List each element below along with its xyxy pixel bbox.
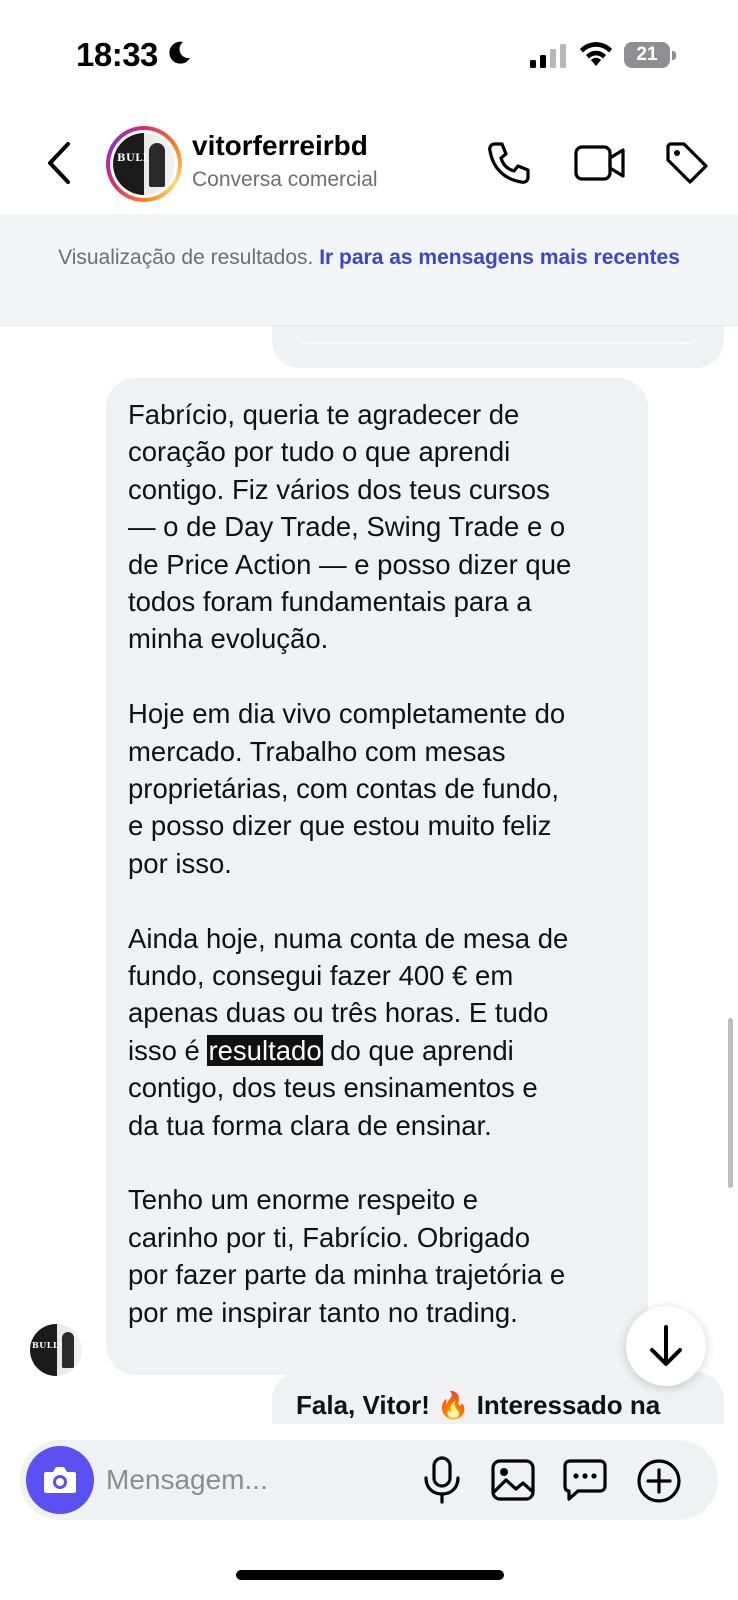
camera-button[interactable] — [26, 1446, 94, 1514]
battery-indicator: 21 — [624, 42, 676, 70]
chat-header: BULLS vitorferreirbd Conversa comercial — [0, 110, 738, 214]
message-paragraph: Fabrício, queria te agradecer de coração… — [128, 399, 572, 655]
gallery-icon[interactable] — [490, 1458, 536, 1502]
battery-level: 21 — [624, 42, 670, 68]
contact-avatar[interactable]: BULLS — [106, 126, 182, 202]
sender-avatar[interactable]: BULLS — [30, 1324, 82, 1376]
message-paragraph: Ainda hoje, numa conta de mesa de fundo,… — [128, 922, 569, 1141]
status-time: 18:33 — [76, 36, 158, 73]
banner-text: Visualização de resultados. — [58, 246, 314, 269]
avatar-logo-text: BULLS — [32, 1340, 66, 1350]
cellular-signal-icon — [530, 44, 566, 68]
avatar-person — [62, 1332, 74, 1368]
avatar-person — [149, 143, 165, 187]
message-paragraph: Hoje em dia vivo completamente do mercad… — [128, 698, 566, 879]
search-highlight: resultado — [207, 1034, 323, 1066]
scrollbar[interactable] — [728, 1018, 733, 1188]
phone-icon[interactable] — [484, 140, 532, 186]
scroll-to-bottom-button[interactable] — [626, 1306, 706, 1386]
home-indicator[interactable] — [236, 1570, 504, 1580]
arrow-down-icon — [650, 1325, 682, 1366]
microphone-icon[interactable] — [420, 1456, 464, 1504]
contact-subtitle: Conversa comercial — [192, 168, 378, 191]
jump-to-recent-link[interactable]: Ir para as mensagens mais recentes — [319, 246, 680, 269]
wifi-icon — [580, 42, 612, 66]
plus-circle-icon[interactable] — [636, 1458, 682, 1504]
message-paragraph: Tenho um enorme respeito e carinho por t… — [128, 1184, 566, 1328]
moon-icon — [169, 41, 190, 64]
message-input[interactable] — [106, 1458, 326, 1502]
incoming-message-bubble[interactable]: Fabrício, queria te agradecer de coração… — [106, 378, 648, 1375]
avatar-image: BULLS — [113, 133, 175, 195]
camera-icon — [44, 1467, 76, 1493]
chat-screen: 18:33 21 BULLS vitorferreirbd Conversa c… — [0, 0, 738, 1600]
outgoing-message-bubble[interactable] — [272, 326, 724, 368]
status-bar: 18:33 21 — [0, 0, 738, 110]
search-results-banner: Visualização de resultados. Ir para as m… — [0, 214, 738, 326]
video-camera-icon[interactable] — [574, 144, 626, 182]
battery-tip — [672, 51, 676, 60]
sticker-chat-icon[interactable] — [562, 1458, 608, 1502]
message-list[interactable]: Fabrício, queria te agradecer de coração… — [0, 326, 738, 1424]
chevron-left-icon[interactable] — [42, 140, 78, 186]
tag-icon[interactable] — [664, 140, 710, 186]
message-composer — [20, 1440, 718, 1520]
contact-name[interactable]: vitorferreirbd — [192, 130, 368, 162]
